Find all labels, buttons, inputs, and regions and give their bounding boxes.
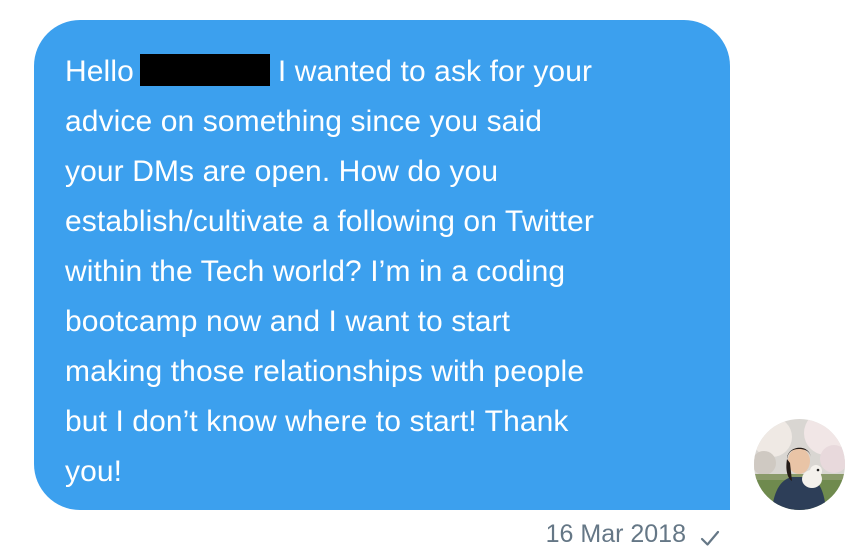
message-greeting: Hello xyxy=(65,55,134,88)
redacted-name xyxy=(139,54,270,86)
check-icon xyxy=(700,524,720,546)
message-line-5: within the Tech world? I’m in a coding xyxy=(65,255,566,288)
message-line-7: making those relationships with people xyxy=(65,355,585,388)
message-bubble: Hello I wanted to ask for your advice on … xyxy=(34,20,730,510)
avatar-photo xyxy=(754,419,845,510)
message-line-6: bootcamp now and I want to start xyxy=(65,305,511,338)
avatar[interactable] xyxy=(754,419,845,510)
timestamp: 16 Mar 2018 xyxy=(545,520,686,548)
message-line-2: advice on something since you said xyxy=(65,105,543,138)
message-text-1: I wanted to ask for your xyxy=(277,55,593,88)
message-meta: 16 Mar 2018 xyxy=(546,518,720,550)
message-line-9: you! xyxy=(65,455,123,488)
message-line-4: establish/cultivate a following on Twitt… xyxy=(65,205,594,238)
message-line-3: your DMs are open. How do you xyxy=(65,155,499,188)
message-line-8: but I don’t know where to start! Thank xyxy=(65,405,569,438)
message-line-1: Hello I wanted to ask for your xyxy=(65,47,700,97)
